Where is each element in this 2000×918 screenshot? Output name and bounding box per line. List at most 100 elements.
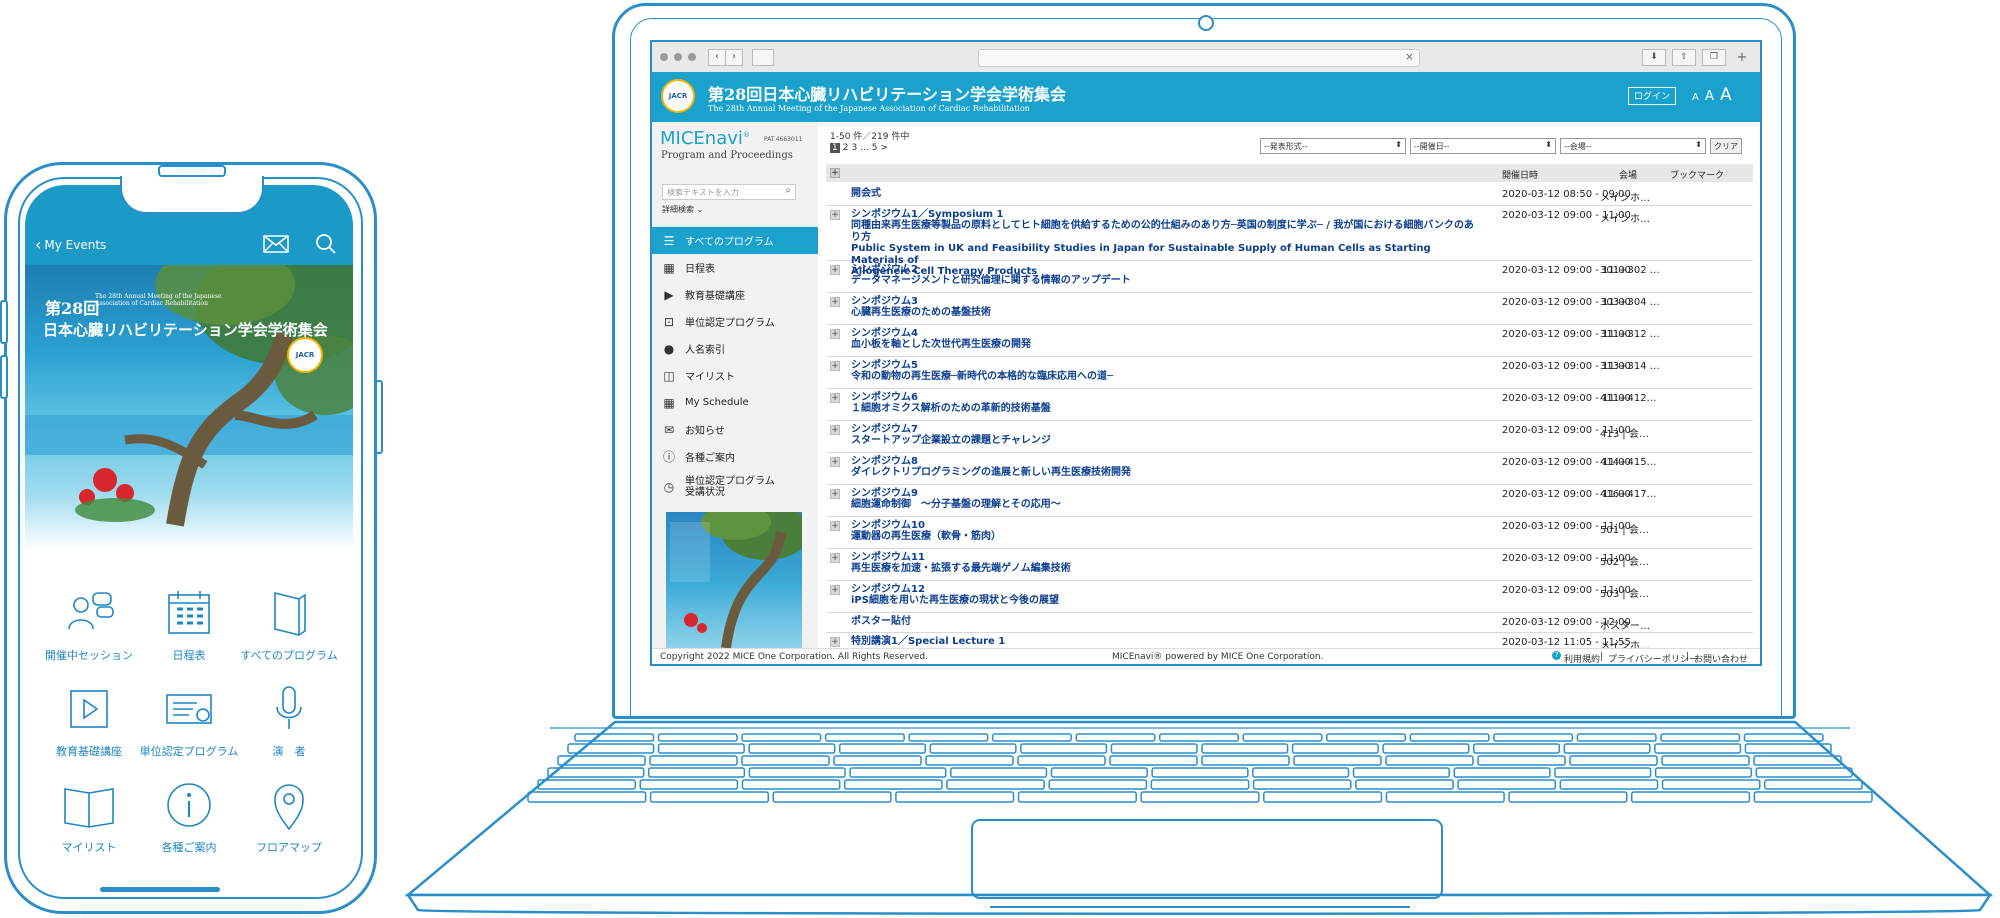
session-title[interactable]: シンポジウム6 １細胞オミクス解析のための革新的技術基盤 — [851, 392, 1481, 415]
page-link[interactable]: 2 — [843, 143, 849, 153]
expand-icon[interactable]: + — [830, 209, 840, 220]
tile-speakers[interactable]: 演 者 — [239, 681, 339, 759]
sidebar-item-credit-status[interactable]: ◷ 単位認定プログラム 受講状況 — [652, 470, 818, 504]
search-icon[interactable] — [315, 233, 337, 259]
expand-icon[interactable]: + — [830, 392, 840, 403]
login-button[interactable]: ログイン — [1628, 87, 1676, 105]
sidebar-item-author-index[interactable]: ● 人名索引 — [652, 335, 818, 362]
tabs-icon[interactable]: ❐ — [1702, 49, 1726, 66]
back-button[interactable]: ‹ My Events — [35, 235, 106, 254]
session-title[interactable]: シンポジウム4 血小板を軸とした次世代再生医療の開発 — [851, 328, 1481, 351]
session-title[interactable]: シンポジウム3 心臓再生医療のための基盤技術 — [851, 296, 1481, 319]
close-icon[interactable]: × — [1405, 50, 1414, 63]
address-bar[interactable]: × — [978, 49, 1420, 67]
column-header-datetime[interactable]: 開催日時 — [1502, 168, 1538, 181]
table-row[interactable]: + シンポジウム9 細胞運命制御 ～分子基盤の理解とその応用～ 2020-03-12… — [826, 484, 1753, 517]
table-row[interactable]: + シンポジウム7 スタートアップ企業設立の課題とチャレンジ 2020-03-12 … — [826, 420, 1753, 453]
format-filter-select[interactable]: --発表形式-- ⬍ — [1260, 138, 1406, 154]
font-size-large-button[interactable]: A — [1720, 85, 1732, 105]
table-row[interactable]: + シンポジウム4 血小板を軸とした次世代再生医療の開発 2020-03-12 09… — [826, 324, 1753, 357]
tile-live-sessions[interactable]: 開催中セッション — [39, 585, 139, 663]
chevron-left-icon[interactable]: ‹ — [708, 49, 726, 66]
mail-icon[interactable] — [263, 235, 289, 257]
advanced-search-toggle[interactable]: 詳細検索 ⌄ — [662, 204, 703, 215]
sidebar-item-all-programs[interactable]: ☰ すべてのプログラム — [652, 227, 818, 254]
expand-icon[interactable]: + — [830, 637, 840, 647]
table-row[interactable]: ポスター貼付 2020-03-12 09:00 - 12:00 ポスター… — [826, 612, 1753, 633]
expand-icon[interactable]: + — [830, 424, 840, 435]
chevron-right-icon[interactable]: › — [725, 49, 743, 66]
contact-link[interactable]: お問い合わせ — [1694, 652, 1748, 664]
session-title[interactable]: シンポジウム8 ダイレクトリプログラミングの進展と新しい再生医療技術開発 — [851, 456, 1481, 479]
sidebar-item-my-schedule[interactable]: ▦ My Schedule — [652, 389, 818, 416]
table-row[interactable]: + 特別講演1／Special Lecture 1 2020-03-12 11:05… — [826, 632, 1753, 648]
sidebar-item-credit-programs[interactable]: ⊡ 単位認定プログラム — [652, 308, 818, 335]
session-title[interactable]: シンポジウム11 再生医療を加速・拡張する最先端ゲノム編集技術 — [851, 552, 1481, 575]
table-row[interactable]: + シンポジウム1／Symposium 1 同種由来再生医療等製品の原料としてヒト… — [826, 205, 1753, 277]
expand-icon[interactable]: + — [830, 360, 840, 371]
window-minimize-button[interactable] — [674, 53, 682, 61]
expand-icon[interactable]: + — [830, 456, 840, 467]
terms-link[interactable]: 利用規約 — [1564, 652, 1600, 664]
clear-button[interactable]: クリア — [1710, 138, 1742, 154]
home-indicator[interactable] — [100, 887, 220, 892]
font-size-small-button[interactable]: A — [1692, 92, 1699, 103]
expand-icon[interactable]: + — [830, 264, 840, 275]
session-title[interactable]: ポスター貼付 — [851, 616, 1481, 628]
column-header-bookmark[interactable]: ブックマーク — [1670, 168, 1724, 181]
new-tab-icon[interactable]: + — [1734, 50, 1750, 66]
tile-information[interactable]: 各種ご案内 — [139, 777, 239, 855]
page-link[interactable]: 3 — [851, 143, 857, 153]
session-title[interactable]: シンポジウム5 令和の動物の再生医療─新時代の本格的な臨床応用への道─ — [851, 360, 1481, 383]
search-input[interactable]: 検索テキストを入力 ⌕ — [662, 184, 796, 200]
window-close-button[interactable] — [660, 53, 668, 61]
expand-icon[interactable]: + — [830, 552, 840, 563]
sidebar-toggle-icon[interactable] — [752, 49, 774, 66]
tile-floor-map[interactable]: フロアマップ — [239, 777, 339, 855]
expand-icon[interactable]: + — [830, 328, 840, 339]
tile-schedule[interactable]: 日程表 — [139, 585, 239, 663]
table-row[interactable]: + シンポジウム6 １細胞オミクス解析のための革新的技術基盤 2020-03-12 … — [826, 388, 1753, 421]
expand-icon[interactable]: + — [830, 584, 840, 595]
table-row[interactable]: + シンポジウム12 iPS細胞を用いた再生医療の現状と今後の展望 2020-03-… — [826, 580, 1753, 613]
tile-all-programs[interactable]: すべてのプログラム — [239, 585, 339, 663]
session-title[interactable]: 開会式 — [851, 188, 1481, 200]
session-title[interactable]: シンポジウム12 iPS細胞を用いた再生医療の現状と今後の展望 — [851, 584, 1481, 607]
sidebar-item-mylist[interactable]: ◫ マイリスト — [652, 362, 818, 389]
date-filter-select[interactable]: --開催日-- ⬍ — [1410, 138, 1556, 154]
tile-mylist[interactable]: マイリスト — [39, 777, 139, 855]
font-size-medium-button[interactable]: A — [1705, 89, 1714, 104]
table-row[interactable]: + シンポジウム2 データマネージメントと研究倫理に関する情報のアップデート 202… — [826, 260, 1753, 293]
window-zoom-button[interactable] — [688, 53, 696, 61]
privacy-link[interactable]: プライバシーポリシー — [1608, 652, 1698, 664]
tile-credit-programs[interactable]: 単位認定プログラム — [139, 681, 239, 759]
expand-icon[interactable]: + — [830, 296, 840, 307]
table-row[interactable]: + シンポジウム10 運動器の再生医療（軟骨・筋肉） 2020-03-12 09:0… — [826, 516, 1753, 549]
meeting-poster[interactable] — [666, 512, 802, 648]
sidebar-item-basic-lectures[interactable]: ▶ 教育基礎講座 — [652, 281, 818, 308]
sidebar-item-information[interactable]: ⓘ 各種ご案内 — [652, 443, 818, 470]
expand-icon[interactable]: + — [830, 488, 840, 499]
download-icon[interactable]: ⬇ — [1642, 49, 1666, 66]
page-link[interactable]: 5 — [872, 143, 878, 153]
expand-icon[interactable]: + — [830, 520, 840, 531]
page-link-current[interactable]: 1 — [830, 143, 840, 153]
search-icon[interactable]: ⌕ — [785, 185, 791, 196]
session-title[interactable]: シンポジウム9 細胞運命制御 ～分子基盤の理解とその応用～ — [851, 488, 1481, 511]
table-row[interactable]: + シンポジウム5 令和の動物の再生医療─新時代の本格的な臨床応用への道─ 2020… — [826, 356, 1753, 389]
sidebar-item-news[interactable]: ✉ お知らせ — [652, 416, 818, 443]
room-filter-select[interactable]: --会場-- ⬍ — [1560, 138, 1706, 154]
column-header-room[interactable]: 会場 — [1619, 168, 1637, 181]
sidebar-item-schedule[interactable]: ▦ 日程表 — [652, 254, 818, 281]
share-icon[interactable]: ⇧ — [1672, 49, 1696, 66]
table-row[interactable]: 開会式 2020-03-12 08:50 - 09:00 メインホ… — [826, 184, 1753, 206]
session-title[interactable]: 特別講演1／Special Lecture 1 — [851, 636, 1481, 648]
table-row[interactable]: + シンポジウム11 再生医療を加速・拡張する最先端ゲノム編集技術 2020-03-… — [826, 548, 1753, 581]
next-page-link[interactable]: > — [881, 143, 889, 153]
expand-all-icon[interactable]: + — [830, 168, 840, 178]
session-title[interactable]: シンポジウム7 スタートアップ企業設立の課題とチャレンジ — [851, 424, 1481, 447]
table-row[interactable]: + シンポジウム3 心臓再生医療のための基盤技術 2020-03-12 09:00 … — [826, 292, 1753, 325]
tile-basic-lectures[interactable]: 教育基礎講座 — [39, 681, 139, 759]
session-title[interactable]: シンポジウム2 データマネージメントと研究倫理に関する情報のアップデート — [851, 264, 1481, 287]
session-title[interactable]: シンポジウム10 運動器の再生医療（軟骨・筋肉） — [851, 520, 1481, 543]
